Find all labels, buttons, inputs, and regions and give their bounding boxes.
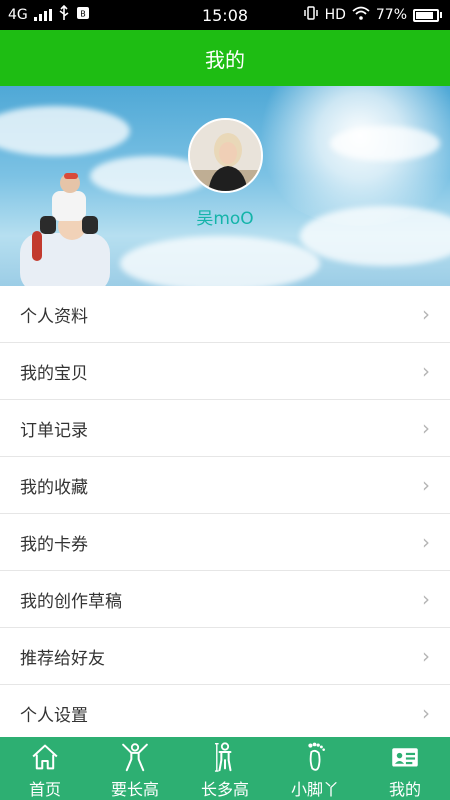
menu-item-label: 我的宝贝 <box>20 363 88 384</box>
debug-icon: B <box>76 6 90 24</box>
cloud-decoration <box>0 106 130 156</box>
status-bar: 4G B 15:08 HD 77% <box>0 0 450 30</box>
menu-item-label: 我的收藏 <box>20 477 88 498</box>
tab-label: 要长高 <box>110 780 159 799</box>
vibrate-icon <box>303 6 319 24</box>
chevron-right-icon: › <box>422 416 430 440</box>
menu-item-orders[interactable]: 订单记录 › <box>0 400 450 457</box>
menu-list: 个人资料 › 我的宝贝 › 订单记录 › 我的收藏 › 我的卡券 › 我的创作草… <box>0 286 450 742</box>
network-type: 4G <box>8 7 28 23</box>
chevron-right-icon: › <box>422 530 430 554</box>
title-bar: 我的 <box>0 30 450 86</box>
tab-label: 长多高 <box>200 780 249 799</box>
svg-text:B: B <box>80 10 86 19</box>
menu-item-label: 个人设置 <box>20 705 88 726</box>
cloud-decoration <box>120 236 320 286</box>
tab-home[interactable]: 首页 <box>0 737 90 800</box>
status-right: HD 77% <box>303 6 442 24</box>
avatar-photo <box>190 120 261 191</box>
menu-item-profile[interactable]: 个人资料 › <box>0 286 450 343</box>
battery-icon <box>413 8 442 22</box>
usb-icon <box>58 4 70 25</box>
tab-label: 我的 <box>388 780 421 799</box>
chevron-right-icon: › <box>422 359 430 383</box>
tab-grow-taller[interactable]: 要长高 <box>90 737 180 800</box>
hd-label: HD <box>324 7 346 23</box>
tab-how-tall[interactable]: 长多高 <box>180 737 270 800</box>
height-person-icon <box>214 742 232 772</box>
chevron-right-icon: › <box>422 587 430 611</box>
menu-item-favorites[interactable]: 我的收藏 › <box>0 457 450 514</box>
profile-banner: 吴moO <box>0 86 450 286</box>
avatar[interactable] <box>188 118 263 193</box>
page-title: 我的 <box>205 47 245 72</box>
footprint-icon <box>308 742 325 771</box>
menu-item-recommend[interactable]: 推荐给好友 › <box>0 628 450 685</box>
menu-item-coupons[interactable]: 我的卡券 › <box>0 514 450 571</box>
profile-card-icon <box>392 748 418 767</box>
wifi-icon <box>352 6 370 24</box>
tab-label: 小脚丫 <box>290 780 339 799</box>
menu-item-label: 订单记录 <box>20 420 88 441</box>
username[interactable]: 吴moO <box>0 204 450 229</box>
stretch-person-icon <box>122 743 148 772</box>
battery-percent: 77% <box>375 7 407 23</box>
cloud-decoration <box>330 126 440 161</box>
bottom-tab-bar: 首页 要长高 长多高 小脚丫 我的 <box>0 737 450 800</box>
menu-item-label: 个人资料 <box>20 306 88 327</box>
menu-item-settings[interactable]: 个人设置 › <box>0 685 450 742</box>
tab-little-feet[interactable]: 小脚丫 <box>270 737 360 800</box>
home-icon <box>32 744 58 770</box>
menu-item-label: 我的卡券 <box>20 534 88 555</box>
status-left: 4G B <box>8 4 90 25</box>
menu-item-label: 我的创作草稿 <box>20 591 122 612</box>
tab-mine[interactable]: 我的 <box>360 737 450 800</box>
signal-icon <box>33 9 52 21</box>
tab-label: 首页 <box>28 780 61 799</box>
chevron-right-icon: › <box>422 644 430 668</box>
menu-item-label: 推荐给好友 <box>20 648 105 669</box>
menu-item-drafts[interactable]: 我的创作草稿 › <box>0 571 450 628</box>
chevron-right-icon: › <box>422 701 430 725</box>
chevron-right-icon: › <box>422 302 430 326</box>
chevron-right-icon: › <box>422 473 430 497</box>
menu-item-my-baby[interactable]: 我的宝贝 › <box>0 343 450 400</box>
